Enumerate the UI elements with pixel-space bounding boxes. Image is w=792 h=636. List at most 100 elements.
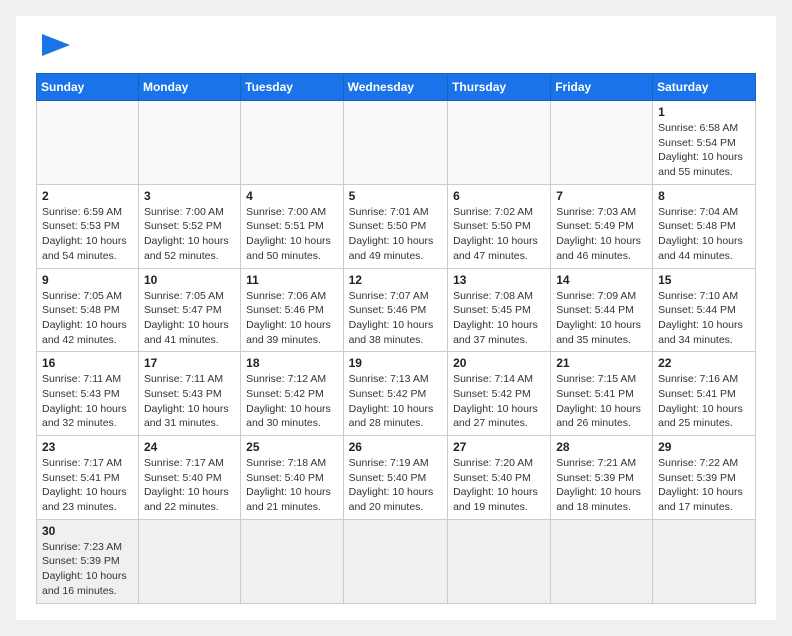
day-cell: 10 Sunrise: 7:05 AM Sunset: 5:47 PM Dayli…	[138, 268, 240, 352]
week-row-1: 1Sunrise: 6:58 AM Sunset: 5:54 PM Daylig…	[37, 101, 756, 185]
day-number: 28	[556, 440, 647, 454]
day-cell	[343, 519, 447, 603]
day-info: Sunrise: 7:15 AM Sunset: 5:41 PM Dayligh…	[556, 372, 647, 431]
day-cell	[448, 519, 551, 603]
day-info: Sunrise: 7:08 AM Sunset: 5:45 PM Dayligh…	[453, 289, 545, 348]
day-info: Sunrise: 7:11 AM Sunset: 5:43 PM Dayligh…	[144, 372, 235, 431]
weekday-header-friday: Friday	[551, 74, 653, 101]
day-number: 8	[658, 189, 750, 203]
day-info: Sunrise: 7:07 AM Sunset: 5:46 PM Dayligh…	[349, 289, 442, 348]
header	[36, 32, 756, 61]
day-info: Sunrise: 7:18 AM Sunset: 5:40 PM Dayligh…	[246, 456, 337, 515]
day-cell: 16 Sunrise: 7:11 AM Sunset: 5:43 PM Dayli…	[37, 352, 139, 436]
day-cell: 30 Sunrise: 7:23 AM Sunset: 5:39 PM Dayli…	[37, 519, 139, 603]
day-cell	[448, 101, 551, 185]
weekday-header-row: SundayMondayTuesdayWednesdayThursdayFrid…	[37, 74, 756, 101]
day-number: 15	[658, 273, 750, 287]
day-info: Sunrise: 7:13 AM Sunset: 5:42 PM Dayligh…	[349, 372, 442, 431]
day-number: 10	[144, 273, 235, 287]
day-number: 6	[453, 189, 545, 203]
day-cell: 12Sunrise: 7:07 AM Sunset: 5:46 PM Dayli…	[343, 268, 447, 352]
day-number: 22	[658, 356, 750, 370]
day-cell: 9Sunrise: 7:05 AM Sunset: 5:48 PM Daylig…	[37, 268, 139, 352]
day-cell: 11 Sunrise: 7:06 AM Sunset: 5:46 PM Dayli…	[241, 268, 343, 352]
day-info: Sunrise: 6:58 AM Sunset: 5:54 PM Dayligh…	[658, 121, 750, 180]
day-number: 27	[453, 440, 545, 454]
day-info: Sunrise: 7:04 AM Sunset: 5:48 PM Dayligh…	[658, 205, 750, 264]
day-cell	[37, 101, 139, 185]
day-cell: 17Sunrise: 7:11 AM Sunset: 5:43 PM Dayli…	[138, 352, 240, 436]
day-number: 5	[349, 189, 442, 203]
weekday-header-sunday: Sunday	[37, 74, 139, 101]
day-cell: 27 Sunrise: 7:20 AM Sunset: 5:40 PM Dayli…	[448, 436, 551, 520]
day-cell: 2Sunrise: 6:59 AM Sunset: 5:53 PM Daylig…	[37, 184, 139, 268]
day-cell: 19 Sunrise: 7:13 AM Sunset: 5:42 PM Dayli…	[343, 352, 447, 436]
day-number: 21	[556, 356, 647, 370]
day-number: 16	[42, 356, 133, 370]
day-number: 23	[42, 440, 133, 454]
day-info: Sunrise: 7:23 AM Sunset: 5:39 PM Dayligh…	[42, 540, 133, 599]
day-cell	[241, 519, 343, 603]
day-info: Sunrise: 7:06 AM Sunset: 5:46 PM Dayligh…	[246, 289, 337, 348]
day-cell: 1Sunrise: 6:58 AM Sunset: 5:54 PM Daylig…	[653, 101, 756, 185]
week-row-2: 2Sunrise: 6:59 AM Sunset: 5:53 PM Daylig…	[37, 184, 756, 268]
day-info: Sunrise: 7:00 AM Sunset: 5:52 PM Dayligh…	[144, 205, 235, 264]
day-cell: 24 Sunrise: 7:17 AM Sunset: 5:40 PM Dayli…	[138, 436, 240, 520]
day-number: 11	[246, 273, 337, 287]
day-cell: 18Sunrise: 7:12 AM Sunset: 5:42 PM Dayli…	[241, 352, 343, 436]
day-number: 18	[246, 356, 337, 370]
day-info: Sunrise: 7:11 AM Sunset: 5:43 PM Dayligh…	[42, 372, 133, 431]
day-cell: 28Sunrise: 7:21 AM Sunset: 5:39 PM Dayli…	[551, 436, 653, 520]
day-info: Sunrise: 7:09 AM Sunset: 5:44 PM Dayligh…	[556, 289, 647, 348]
day-cell: 8 Sunrise: 7:04 AM Sunset: 5:48 PM Daylig…	[653, 184, 756, 268]
week-row-4: 16 Sunrise: 7:11 AM Sunset: 5:43 PM Dayli…	[37, 352, 756, 436]
day-info: Sunrise: 7:02 AM Sunset: 5:50 PM Dayligh…	[453, 205, 545, 264]
day-number: 25	[246, 440, 337, 454]
day-cell: 14 Sunrise: 7:09 AM Sunset: 5:44 PM Dayli…	[551, 268, 653, 352]
day-info: Sunrise: 7:19 AM Sunset: 5:40 PM Dayligh…	[349, 456, 442, 515]
day-cell	[138, 101, 240, 185]
day-cell: 20Sunrise: 7:14 AM Sunset: 5:42 PM Dayli…	[448, 352, 551, 436]
day-cell: 4 Sunrise: 7:00 AM Sunset: 5:51 PM Daylig…	[241, 184, 343, 268]
day-cell	[343, 101, 447, 185]
day-info: Sunrise: 7:20 AM Sunset: 5:40 PM Dayligh…	[453, 456, 545, 515]
day-number: 14	[556, 273, 647, 287]
day-cell: 25 Sunrise: 7:18 AM Sunset: 5:40 PM Dayli…	[241, 436, 343, 520]
logo-icon	[42, 34, 70, 56]
weekday-header-thursday: Thursday	[448, 74, 551, 101]
weekday-header-wednesday: Wednesday	[343, 74, 447, 101]
day-info: Sunrise: 7:01 AM Sunset: 5:50 PM Dayligh…	[349, 205, 442, 264]
day-info: Sunrise: 7:16 AM Sunset: 5:41 PM Dayligh…	[658, 372, 750, 431]
day-info: Sunrise: 7:00 AM Sunset: 5:51 PM Dayligh…	[246, 205, 337, 264]
day-cell	[241, 101, 343, 185]
week-row-3: 9Sunrise: 7:05 AM Sunset: 5:48 PM Daylig…	[37, 268, 756, 352]
day-info: Sunrise: 7:17 AM Sunset: 5:40 PM Dayligh…	[144, 456, 235, 515]
day-number: 3	[144, 189, 235, 203]
weekday-header-monday: Monday	[138, 74, 240, 101]
day-cell: 22 Sunrise: 7:16 AM Sunset: 5:41 PM Dayli…	[653, 352, 756, 436]
day-number: 7	[556, 189, 647, 203]
day-cell	[138, 519, 240, 603]
calendar-table: SundayMondayTuesdayWednesdayThursdayFrid…	[36, 73, 756, 604]
day-cell: 29 Sunrise: 7:22 AM Sunset: 5:39 PM Dayli…	[653, 436, 756, 520]
day-number: 30	[42, 524, 133, 538]
day-cell: 23Sunrise: 7:17 AM Sunset: 5:41 PM Dayli…	[37, 436, 139, 520]
day-number: 26	[349, 440, 442, 454]
day-number: 19	[349, 356, 442, 370]
day-number: 20	[453, 356, 545, 370]
day-info: Sunrise: 7:05 AM Sunset: 5:47 PM Dayligh…	[144, 289, 235, 348]
day-info: Sunrise: 7:22 AM Sunset: 5:39 PM Dayligh…	[658, 456, 750, 515]
day-number: 4	[246, 189, 337, 203]
day-number: 9	[42, 273, 133, 287]
day-info: Sunrise: 6:59 AM Sunset: 5:53 PM Dayligh…	[42, 205, 133, 264]
day-cell	[551, 519, 653, 603]
day-cell: 26 Sunrise: 7:19 AM Sunset: 5:40 PM Dayli…	[343, 436, 447, 520]
day-cell: 15Sunrise: 7:10 AM Sunset: 5:44 PM Dayli…	[653, 268, 756, 352]
day-number: 24	[144, 440, 235, 454]
calendar-container: SundayMondayTuesdayWednesdayThursdayFrid…	[16, 16, 776, 620]
day-number: 13	[453, 273, 545, 287]
day-number: 29	[658, 440, 750, 454]
weekday-header-saturday: Saturday	[653, 74, 756, 101]
week-row-6: 30 Sunrise: 7:23 AM Sunset: 5:39 PM Dayli…	[37, 519, 756, 603]
day-cell	[551, 101, 653, 185]
